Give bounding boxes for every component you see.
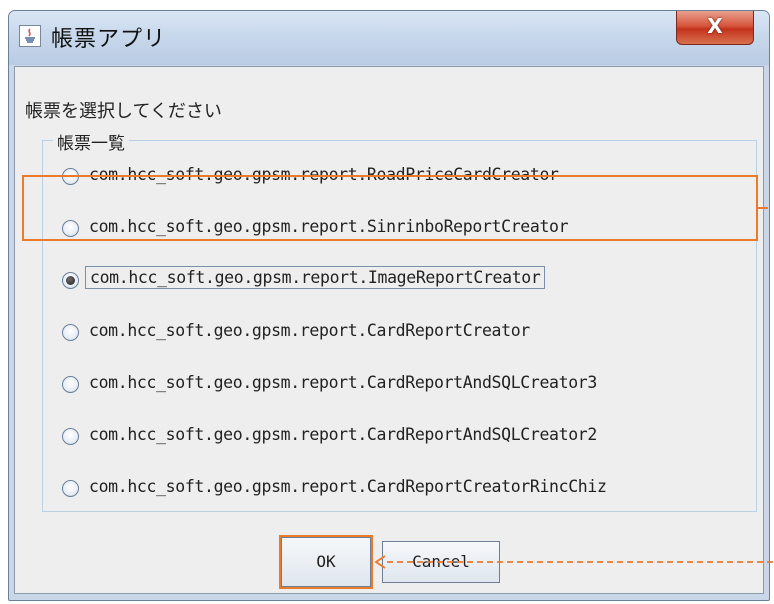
radio-button[interactable] [62, 428, 79, 445]
java-app-icon [19, 25, 41, 47]
report-option-label[interactable]: com.hcc_soft.geo.gpsm.report.CardReportA… [89, 425, 597, 444]
instruction-label: 帳票を選択してください [25, 101, 222, 122]
report-option[interactable]: com.hcc_soft.geo.gpsm.report.CardReportA… [57, 369, 747, 403]
annotation-arrow-icon [374, 555, 773, 569]
ok-button[interactable]: OK [279, 535, 373, 589]
report-option[interactable]: com.hcc_soft.geo.gpsm.report.CardReportC… [57, 473, 747, 507]
report-option-label[interactable]: com.hcc_soft.geo.gpsm.report.CardReportC… [89, 321, 530, 340]
radio-button[interactable] [62, 480, 79, 497]
dialog-content: 帳票を選択してください 帳票一覧 com.hcc_soft.geo.gpsm.r… [14, 66, 773, 594]
report-option-label[interactable]: com.hcc_soft.geo.gpsm.report.ImageReport… [85, 266, 546, 289]
window-bottom-border [14, 594, 764, 600]
window-title: 帳票アプリ [51, 27, 167, 52]
report-option[interactable]: com.hcc_soft.geo.gpsm.report.CardReportA… [57, 421, 747, 455]
dialog-window: 帳票アプリ X 帳票を選択してください 帳票一覧 com.hcc_soft.ge… [8, 10, 773, 601]
radio-button[interactable] [62, 376, 79, 393]
annotation-connector-line [758, 207, 768, 209]
radio-button[interactable] [62, 324, 79, 341]
group-title: 帳票一覧 [53, 129, 129, 154]
report-option[interactable]: com.hcc_soft.geo.gpsm.report.CardReportC… [57, 317, 747, 351]
report-option-selected[interactable]: com.hcc_soft.geo.gpsm.report.ImageReport… [57, 265, 747, 299]
close-button[interactable]: X [676, 11, 754, 45]
radio-button-checked[interactable] [62, 272, 79, 289]
report-option-label[interactable]: com.hcc_soft.geo.gpsm.report.CardReportC… [89, 477, 607, 496]
title-bar[interactable]: 帳票アプリ X [9, 11, 769, 65]
report-option-label[interactable]: com.hcc_soft.geo.gpsm.report.CardReportA… [89, 373, 597, 392]
annotation-highlight-box [22, 175, 758, 241]
